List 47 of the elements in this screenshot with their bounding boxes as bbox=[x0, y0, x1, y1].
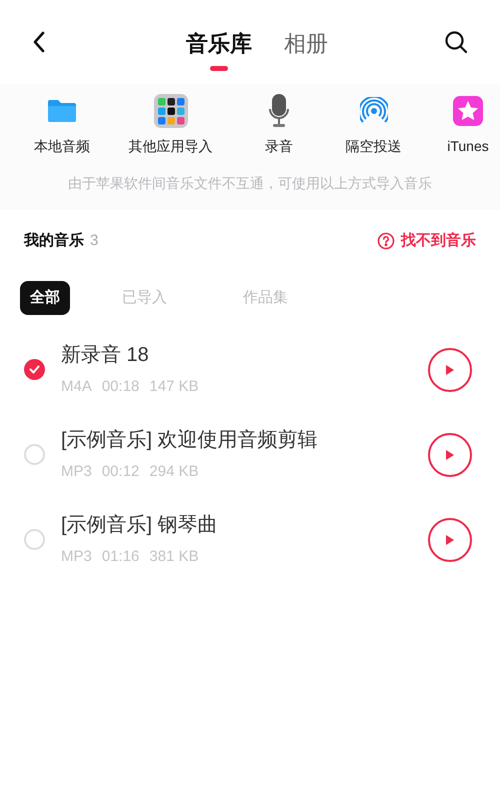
play-button[interactable] bbox=[428, 348, 472, 392]
track-meta: 01:16 bbox=[102, 547, 140, 568]
header-tab[interactable]: 相册 bbox=[284, 30, 328, 70]
search-icon[interactable] bbox=[444, 30, 468, 54]
back-icon[interactable] bbox=[32, 31, 46, 53]
track-title: [示例音乐] 钢琴曲 bbox=[61, 513, 219, 538]
app-grid-icon bbox=[154, 94, 188, 128]
track-meta: M4A bbox=[61, 377, 92, 398]
import-source[interactable]: 录音 bbox=[251, 92, 307, 157]
play-icon bbox=[445, 534, 455, 546]
help-link[interactable]: 找不到音乐 bbox=[377, 230, 476, 252]
import-source[interactable]: 其他应用导入 bbox=[128, 92, 212, 157]
select-checkbox[interactable] bbox=[24, 359, 45, 380]
source-label: 本地音频 bbox=[34, 137, 90, 156]
track-meta: 381 KB bbox=[149, 547, 199, 568]
select-checkbox[interactable] bbox=[24, 529, 45, 550]
play-button[interactable] bbox=[428, 518, 472, 562]
filter-tab[interactable]: 全部 bbox=[20, 280, 70, 315]
star-app-icon bbox=[453, 96, 483, 126]
section-title: 我的音乐 bbox=[24, 231, 84, 251]
track-meta: 147 KB bbox=[149, 377, 199, 398]
source-label: 隔空投送 bbox=[346, 137, 402, 156]
source-label: iTunes bbox=[447, 137, 489, 156]
select-checkbox[interactable] bbox=[24, 444, 45, 465]
import-hint: 由于苹果软件间音乐文件不互通，可使用以上方式导入音乐 bbox=[67, 174, 433, 193]
track-title: 新录音 18 bbox=[61, 343, 150, 368]
track-title: [示例音乐] 欢迎使用音频剪辑 bbox=[61, 428, 319, 454]
import-source[interactable]: 本地音频 bbox=[34, 92, 90, 157]
airdrop-icon bbox=[360, 97, 388, 125]
question-icon bbox=[377, 232, 395, 250]
play-icon bbox=[445, 448, 455, 460]
header-tab[interactable]: 音乐库 bbox=[186, 30, 252, 70]
track-meta: MP3 bbox=[61, 547, 92, 568]
microphone-icon bbox=[267, 93, 291, 129]
import-source[interactable]: 隔空投送 bbox=[346, 92, 402, 157]
track-meta: 00:18 bbox=[102, 377, 140, 398]
source-label: 其他应用导入 bbox=[128, 137, 212, 156]
track-meta: 00:12 bbox=[102, 462, 140, 482]
play-button[interactable] bbox=[428, 432, 472, 476]
import-source[interactable]: iTunes bbox=[440, 92, 496, 157]
source-label: 录音 bbox=[265, 137, 293, 156]
music-count: 3 bbox=[90, 231, 98, 251]
folder-icon bbox=[47, 99, 77, 123]
track-meta: MP3 bbox=[61, 462, 92, 482]
check-icon bbox=[29, 365, 40, 374]
play-icon bbox=[445, 364, 455, 376]
track-meta: 294 KB bbox=[149, 462, 199, 482]
